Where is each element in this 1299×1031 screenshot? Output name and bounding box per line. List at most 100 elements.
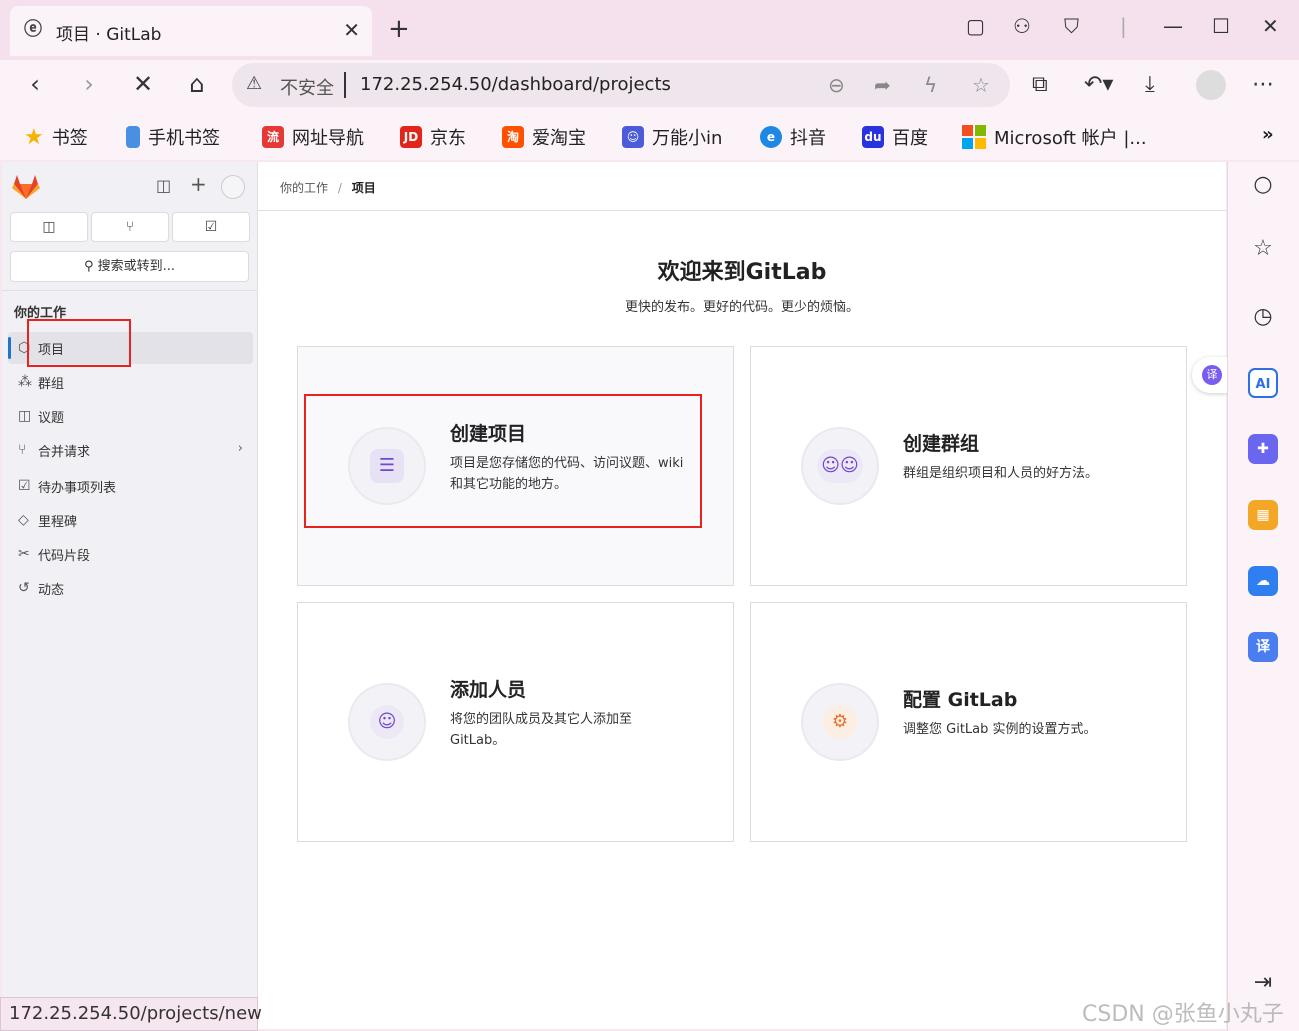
browser-right-sidebar: ○ ☆ ◷ AI ✚ ▦ ☁ 译 ⇥ <box>1227 162 1299 1031</box>
more-menu-icon[interactable]: ⋯ <box>1252 72 1274 97</box>
home-button[interactable]: ⌂ <box>182 70 212 98</box>
bookmark-item[interactable]: 流 网址导航 <box>262 124 364 150</box>
card-description: 将您的团队成员及其它人添加至 GitLab。 <box>450 712 633 748</box>
sidebar-item-merge-requests[interactable]: ⑂ 合并请求 › <box>8 434 253 466</box>
activity-icon: ↺ <box>18 580 30 596</box>
bookmark-item[interactable]: ★ 书签 <box>24 124 88 150</box>
bookmark-item[interactable]: e 抖音 <box>760 124 826 150</box>
favorite-star-icon[interactable]: ☆ <box>972 73 990 97</box>
toolbox-icon[interactable]: ▦ <box>1248 500 1278 530</box>
robot-icon: ☺ <box>622 126 644 148</box>
edge-icon: e <box>760 126 782 148</box>
search-button[interactable]: ⚲ 搜索或转到... <box>10 251 249 282</box>
favicon-icon: ⓔ <box>24 19 42 40</box>
ai-assistant-icon[interactable]: AI <box>1248 368 1278 398</box>
bookmark-item[interactable]: 手机书签 <box>126 124 220 150</box>
breadcrumb-root[interactable]: 你的工作 <box>280 181 328 195</box>
todo-icon: ☑ <box>204 219 218 235</box>
bookmarks-bar: ★ 书签 手机书签 流 网址导航 JD 京东 淘 爱淘宝 ☺ 万能小in e 抖… <box>0 112 1299 160</box>
person-icon: ☺ <box>370 705 404 739</box>
bookmark-item[interactable]: JD 京东 <box>400 124 466 150</box>
sidebar-item-label: 议题 <box>38 410 65 426</box>
game-controller-icon[interactable]: ✚ <box>1248 434 1278 464</box>
address-row: ‹ › ✕ ⌂ ⚠ 不安全 172.25.254.50/dashboard/pr… <box>0 60 1299 112</box>
maximize-button[interactable]: ☐ <box>1212 14 1230 38</box>
extensions-icon[interactable]: ⧉ <box>1032 72 1048 97</box>
status-bar: 172.25.254.50/projects/new <box>0 997 262 1031</box>
expand-sidebar-icon[interactable]: ⇥ <box>1246 966 1280 1000</box>
baidu-icon: du <box>862 126 884 148</box>
taobao-icon: 淘 <box>502 126 524 148</box>
bookmark-item[interactable]: Microsoft 帐户 |... <box>962 124 1147 150</box>
tab-count-icon[interactable]: ▢ <box>966 14 985 38</box>
user-avatar[interactable] <box>221 175 245 199</box>
configure-gitlab-card[interactable]: ⚙ 配置 GitLab 调整您 GitLab 实例的设置方式。 <box>750 602 1187 842</box>
search-icon[interactable]: ○ <box>1246 168 1280 202</box>
favorites-star-icon[interactable]: ☆ <box>1246 232 1280 266</box>
breadcrumb-current: 项目 <box>351 181 376 195</box>
watermark-text: CSDN @张鱼小丸子 <box>1082 1002 1284 1027</box>
sidebar-item-todos[interactable]: ☑ 待办事项列表 <box>8 470 253 502</box>
translate-app-icon[interactable]: 译 <box>1248 632 1278 662</box>
undo-menu-icon[interactable]: ↶▾ <box>1084 72 1113 97</box>
zoom-icon[interactable]: ⊖ <box>828 73 845 97</box>
annotation-highlight-box <box>304 394 702 528</box>
create-new-icon[interactable]: + <box>190 172 207 196</box>
address-url[interactable]: 172.25.254.50/dashboard/projects <box>360 74 671 95</box>
minimize-button[interactable]: — <box>1163 14 1183 38</box>
collapse-sidebar-icon[interactable]: ◫ <box>156 176 171 195</box>
sidebar-item-activity[interactable]: ↺ 动态 <box>8 572 253 604</box>
gitlab-sidebar: ◫ + ◫ ⑂ ☑ ⚲ 搜索或转到... 你的工作 ⬡ 项目 ⁂ 群组 ◫ 议题… <box>2 162 258 1029</box>
incognito-icon[interactable]: ⚇ <box>1013 14 1031 38</box>
search-icon: ⚲ <box>83 259 94 274</box>
card-description: 群组是组织项目和人员的好方法。 <box>903 466 1099 481</box>
browser-tab[interactable]: ⓔ 项目 · GitLab ✕ <box>10 6 372 56</box>
tab-bar: ⓔ 项目 · GitLab ✕ + ▢ ⚇ ⛉ | — ☐ ✕ <box>0 0 1299 60</box>
annotation-highlight-box <box>27 319 131 367</box>
bookmark-label: 抖音 <box>790 128 826 149</box>
issue-icon: ◫ <box>18 408 32 424</box>
close-window-button[interactable]: ✕ <box>1262 14 1279 38</box>
new-tab-button[interactable]: + <box>388 14 410 44</box>
close-tab-icon[interactable]: ✕ <box>343 18 360 42</box>
bookmark-item[interactable]: du 百度 <box>862 124 928 150</box>
active-indicator <box>8 337 11 359</box>
merge-request-icon: ⑂ <box>18 442 27 458</box>
merge-requests-shortcut-button[interactable]: ⑂ <box>91 212 169 242</box>
forward-button[interactable]: › <box>74 70 104 98</box>
extension-shirt-icon[interactable]: ⛉ <box>1064 14 1079 38</box>
bookmark-label: 万能小in <box>652 128 723 149</box>
sidebar-item-milestones[interactable]: ◇ 里程碑 <box>8 504 253 536</box>
gitlab-logo-icon[interactable] <box>12 174 40 200</box>
back-button[interactable]: ‹ <box>20 70 50 98</box>
sidebar-item-groups[interactable]: ⁂ 群组 <box>8 366 253 398</box>
create-group-card[interactable]: ☺☺ 创建群组 群组是组织项目和人员的好方法。 <box>750 346 1187 586</box>
share-icon[interactable]: ➦ <box>874 73 891 97</box>
address-bar[interactable]: ⚠ 不安全 172.25.254.50/dashboard/projects ⊖… <box>232 63 1010 107</box>
card-description: 调整您 GitLab 实例的设置方式。 <box>903 722 1097 737</box>
welcome-title: 欢迎来到GitLab <box>657 260 827 285</box>
group-illustration-icon: ☺☺ <box>801 427 879 505</box>
history-clock-icon[interactable]: ◷ <box>1246 300 1280 334</box>
sidebar-item-snippets[interactable]: ✂ 代码片段 <box>8 538 253 570</box>
translate-float-button[interactable]: 译 <box>1192 357 1228 393</box>
bookmark-label: 爱淘宝 <box>532 128 586 149</box>
profile-avatar-icon[interactable] <box>1196 70 1226 100</box>
bookmark-item[interactable]: 淘 爱淘宝 <box>502 124 586 150</box>
chevron-right-icon: › <box>237 441 243 456</box>
add-people-card[interactable]: ☺ 添加人员 将您的团队成员及其它人添加至 GitLab。 <box>297 602 734 842</box>
issues-shortcut-button[interactable]: ◫ <box>10 212 88 242</box>
stop-loading-button[interactable]: ✕ <box>128 70 158 98</box>
todos-shortcut-button[interactable]: ☑ <box>172 212 250 242</box>
cloud-icon[interactable]: ☁ <box>1248 566 1278 596</box>
sidebar-item-label: 代码片段 <box>38 548 91 564</box>
download-icon[interactable]: ⤓ <box>1145 72 1155 97</box>
star-icon: ★ <box>24 124 44 150</box>
card-title: 添加人员 <box>450 679 527 701</box>
bookmark-item[interactable]: ☺ 万能小in <box>622 124 722 150</box>
sidebar-item-label: 合并请求 <box>38 444 91 460</box>
sidebar-item-issues[interactable]: ◫ 议题 <box>8 400 253 432</box>
more-bookmarks-icon[interactable]: » <box>1262 124 1274 145</box>
lightning-icon[interactable]: ϟ <box>924 73 937 97</box>
translate-icon: 译 <box>1202 365 1222 385</box>
